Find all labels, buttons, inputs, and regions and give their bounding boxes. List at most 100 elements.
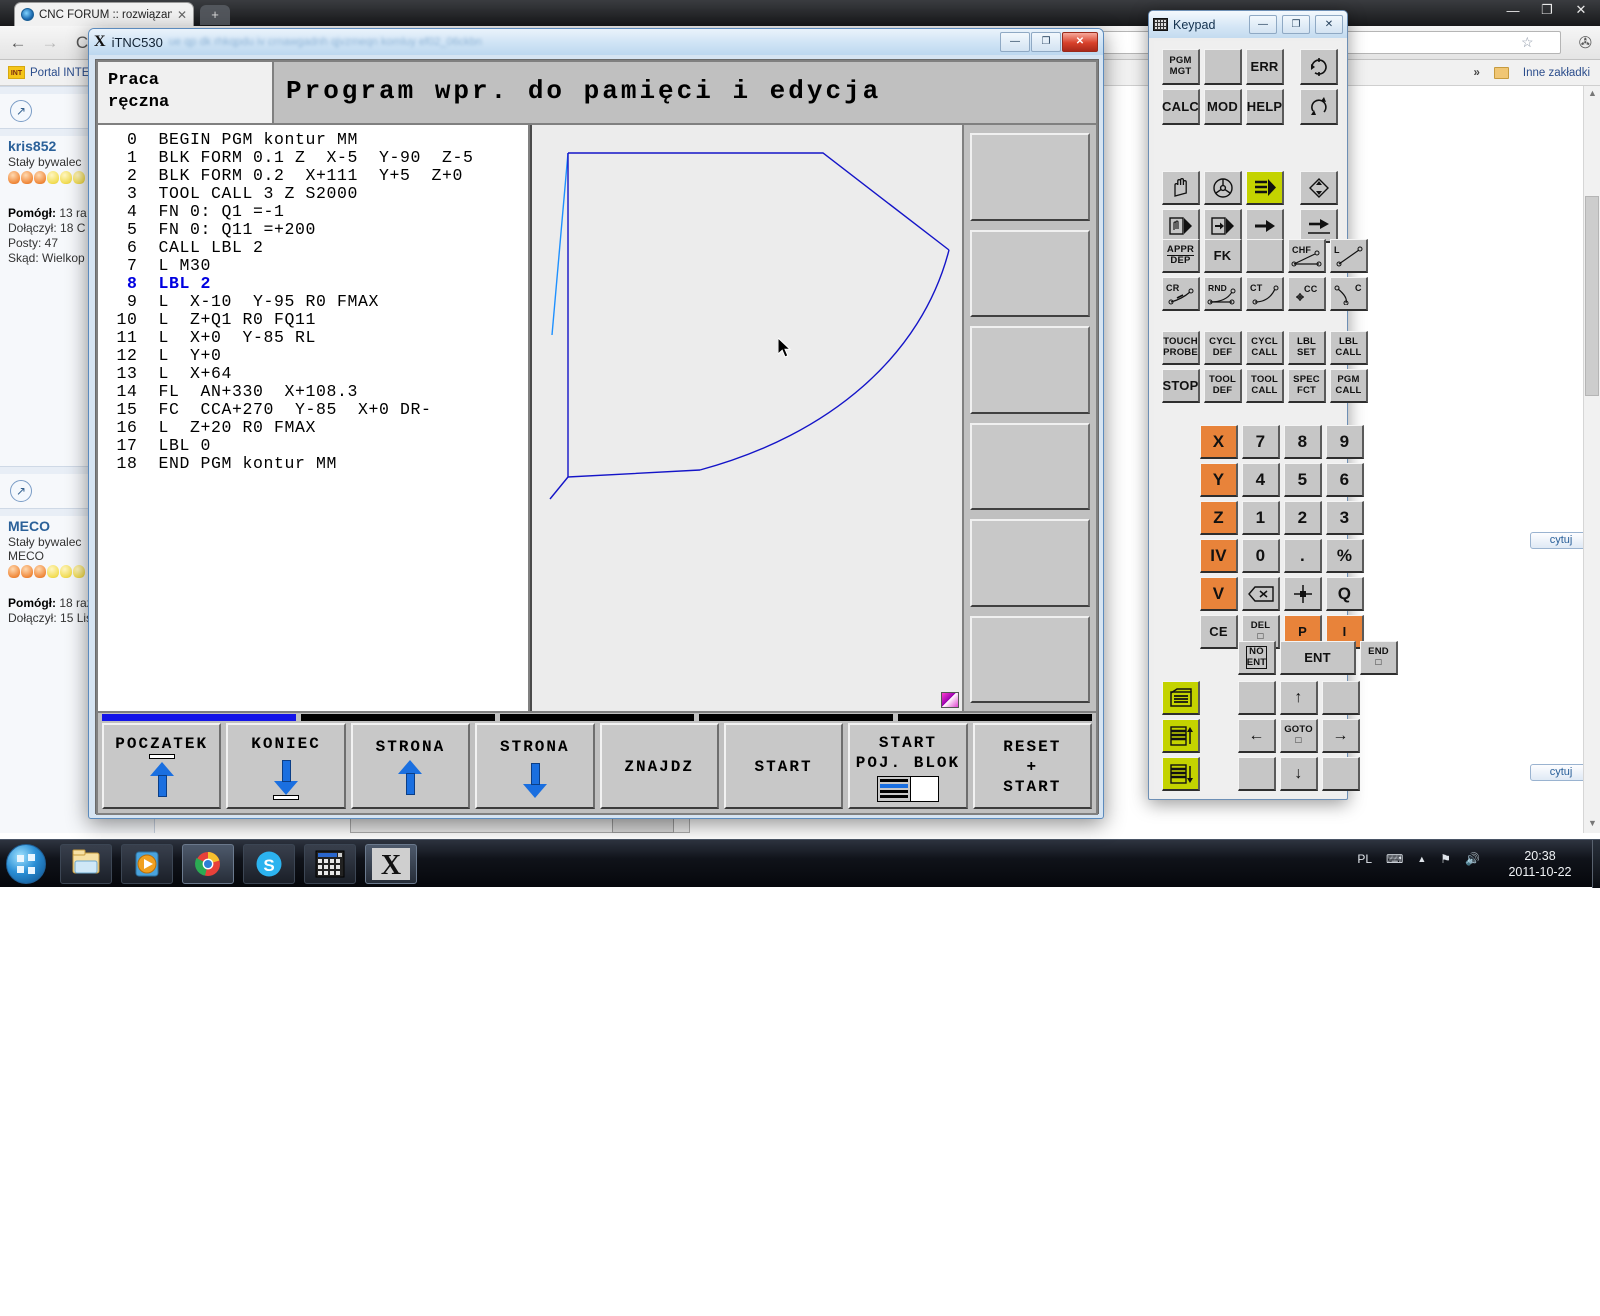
key-6[interactable]: 6 [1326,463,1364,497]
program-line[interactable]: 14 FL AN+330 X+108.3 [106,383,528,401]
key-icon-circle-arrows[interactable] [1300,49,1338,85]
key-lbl-call[interactable]: LBL CALL [1330,331,1368,365]
taskbar-item-media-player[interactable] [121,844,173,884]
key-3[interactable]: 3 [1326,501,1364,535]
program-line[interactable]: 7 L M30 [106,257,528,275]
key-err[interactable]: ERR [1246,49,1284,85]
scroll-down-icon[interactable]: ▼ [1586,818,1599,831]
softkey-right[interactable] [970,229,1090,317]
key-touch-probe[interactable]: TOUCH PROBE [1162,331,1200,365]
key-pgm-call[interactable]: PGM CALL [1330,369,1368,403]
maximize-icon[interactable]: ❐ [1031,32,1061,52]
keypad-arrow-keys[interactable]: ↑ ← GOTO □ → ↓ [1238,681,1360,791]
minimize-icon[interactable]: — [1502,3,1524,18]
minimize-icon[interactable]: — [1000,32,1030,52]
softkey-right[interactable] [970,422,1090,510]
program-line[interactable]: 1 BLK FORM 0.1 Z X-5 Y-90 Z-5 [106,149,528,167]
key-2[interactable]: 2 [1284,501,1322,535]
key-c[interactable]: C [1330,277,1368,311]
volume-icon[interactable]: 🔊 [1465,852,1480,866]
bookmark-item-portal[interactable]: Portal INTE [30,67,89,79]
key-icon-lines-arrow[interactable] [1246,171,1284,205]
tray-language[interactable]: PL [1357,852,1372,866]
maximize-icon[interactable]: ❐ [1536,2,1558,18]
program-line[interactable]: 6 CALL LBL 2 [106,239,528,257]
back-icon[interactable]: ← [8,33,28,53]
key-9[interactable]: 9 [1326,425,1364,459]
contour-graphic[interactable] [530,125,964,713]
key-end[interactable]: END □ [1360,641,1398,675]
key-1[interactable]: 1 [1242,501,1280,535]
keypad-enter-row[interactable]: NO ENT ENT END □ [1238,641,1398,675]
key-0[interactable]: 0 [1242,539,1280,573]
key-blank[interactable]: . [1284,539,1322,573]
key-goto[interactable]: GOTO □ [1280,719,1318,753]
program-line[interactable]: 10 L Z+Q1 R0 FQ11 [106,311,528,329]
program-line[interactable]: 17 LBL 0 [106,437,528,455]
key-v[interactable]: V [1200,577,1238,611]
scrollbar-thumb[interactable] [1585,196,1599,396]
expand-icon[interactable]: ↗ [10,480,32,502]
key-ct[interactable]: CT [1246,277,1284,311]
new-tab-button[interactable]: + [200,5,230,25]
key-fk[interactable]: FK [1204,239,1242,273]
key-cycl-def[interactable]: CYCL DEF [1204,331,1242,365]
program-line[interactable]: 4 FN 0: Q1 =-1 [106,203,528,221]
key-rnd[interactable]: RND [1204,277,1242,311]
key-cc[interactable]: CC [1288,277,1326,311]
key-blank[interactable]: ↓ [1280,757,1318,791]
itnc-titlebar[interactable]: X iTNC530 ue qp dk rhkqpdu iv crnawgadnh… [89,29,1103,55]
softkey-strona[interactable]: STRONA [475,723,595,809]
browser-tab[interactable]: CNC FORUM :: rozwiązanie ✕ [14,2,194,26]
program-line[interactable]: 9 L X-10 Y-95 R0 FMAX [106,293,528,311]
key-q[interactable]: Q [1326,577,1364,611]
keyboard-icon[interactable]: ⌨ [1386,852,1403,866]
taskbar-item-explorer[interactable] [60,844,112,884]
softkey-poczatek[interactable]: POCZATEK [102,723,222,809]
key-y[interactable]: Y [1200,463,1238,497]
softkey-strona[interactable]: STRONA [350,723,471,809]
key-calc[interactable]: CALC [1162,89,1200,125]
program-line[interactable]: 11 L X+0 Y-85 RL [106,329,528,347]
program-line[interactable]: 13 L X+64 [106,365,528,383]
key-no-ent[interactable]: NO ENT [1238,641,1276,675]
key-appr-dep[interactable]: APPR DEP [1162,239,1200,273]
key-tool-call[interactable]: TOOL CALL [1246,369,1284,403]
close-icon[interactable]: ✕ [177,8,187,22]
program-line[interactable]: 12 L Y+0 [106,347,528,365]
key-spec-fct[interactable]: SPEC FCT [1288,369,1326,403]
softkey-reset[interactable]: RESET + START [972,723,1092,809]
key-blank[interactable]: → [1322,719,1360,753]
softkey-right[interactable] [970,326,1090,414]
key-x[interactable]: X [1200,425,1238,459]
keypad-window[interactable]: Keypad — ❐ ✕ PGM MGT ERR CALC MOD HELP APPR DE… [1148,10,1398,800]
key-icon-win-full[interactable] [1162,681,1200,715]
chevron-up-icon[interactable]: ▲ [1417,854,1426,864]
key-icon-circle-arrows2[interactable] [1300,89,1338,125]
taskbar-item-chrome[interactable] [182,844,234,884]
keypad-group-modes[interactable] [1162,171,1284,243]
key-l[interactable]: L [1330,239,1368,273]
keypad-window-keys[interactable] [1162,681,1200,791]
keypad-group-modes-right[interactable] [1300,171,1338,243]
key-blank[interactable]: ↑ [1280,681,1318,715]
keypad-group-cycles[interactable]: TOUCH PROBE CYCL DEF CYCL CALL LBL SET LBL CALL ST… [1162,331,1368,403]
key-icon-hand[interactable] [1162,171,1200,205]
close-icon[interactable]: ✕ [1062,32,1098,52]
key-blank[interactable] [1242,577,1280,611]
softkey-column-right[interactable] [964,125,1098,713]
keypad-numpad[interactable]: X 7 8 9 Y 4 5 6 Z 1 2 3 IV 0.% V Q CE DEL □ P I [1200,425,1364,649]
key-icon-win-down[interactable] [1162,757,1200,791]
minimize-icon[interactable]: — [1249,15,1277,34]
forward-icon[interactable]: → [40,33,60,53]
key-lbl-set[interactable]: LBL SET [1288,331,1326,365]
key-5[interactable]: 5 [1284,463,1322,497]
bookmark-star-icon[interactable]: ☆ [1521,34,1534,51]
keypad-titlebar[interactable]: Keypad — ❐ ✕ [1149,11,1347,38]
page-scrollbar[interactable]: ▲ ▼ [1583,86,1600,833]
key-pgm-mgt[interactable]: PGM MGT [1162,49,1200,85]
softkey-start[interactable]: START [723,723,844,809]
softkey-start[interactable]: START POJ. BLOK [848,723,968,809]
softkey-right[interactable] [970,519,1090,607]
key-mod[interactable]: MOD [1204,89,1242,125]
